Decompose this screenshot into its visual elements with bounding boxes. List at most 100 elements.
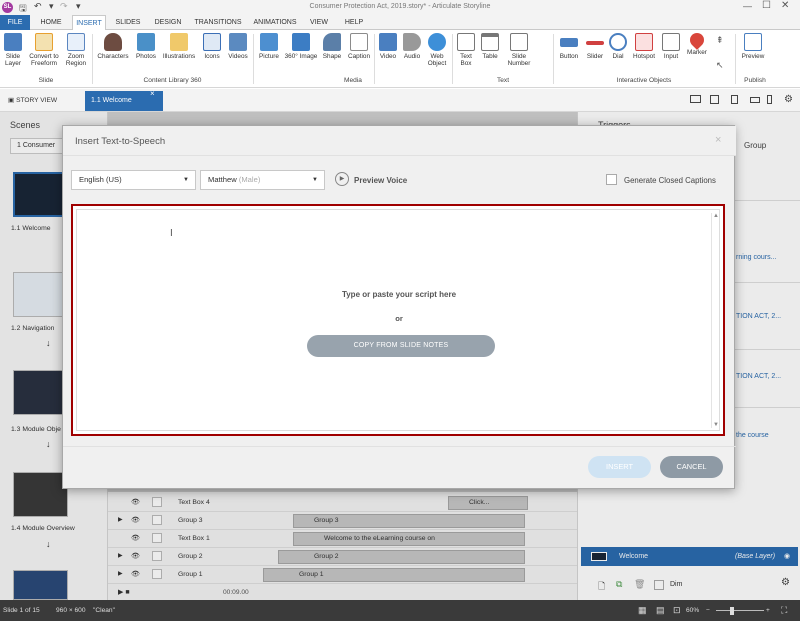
cursor-icon[interactable]: ↖ — [716, 60, 724, 71]
language-value: English (US) — [79, 175, 122, 184]
slide-layer-button[interactable]: Slide Layer — [2, 33, 24, 67]
tab-slides[interactable]: SLIDES — [112, 15, 144, 30]
copy-slide-notes-button[interactable]: COPY FROM SLIDE NOTES — [307, 335, 495, 357]
dial-label: Dial — [612, 53, 624, 60]
view-bar: ▣ STORY VIEW 1.1 Welcome × ⚙ — [0, 89, 800, 112]
phone-portrait-icon[interactable] — [767, 95, 772, 104]
slide-number-button[interactable]: Slide Number — [503, 33, 535, 67]
web-object-icon — [428, 33, 446, 51]
group-label-publish: Publish — [744, 77, 766, 84]
table-icon — [481, 33, 499, 51]
dial-button[interactable]: Dial — [607, 33, 629, 60]
tablet-landscape-icon[interactable] — [710, 95, 719, 104]
marker-label: Marker — [687, 49, 707, 56]
close-window-icon[interactable]: ✕ — [781, 0, 789, 11]
tab-file[interactable]: FILE — [0, 15, 30, 30]
minimize-icon[interactable]: — — [743, 1, 752, 11]
button-icon — [560, 38, 578, 47]
table-button[interactable]: Table — [478, 33, 502, 60]
photos-button[interactable]: Photos — [133, 33, 159, 60]
script-textarea[interactable]: I Type or paste your script here or COPY… — [76, 209, 720, 431]
close-icon[interactable]: × — [715, 134, 721, 146]
web-object-button[interactable]: Web Object — [424, 33, 450, 67]
illustrations-label: Illustrations — [162, 53, 196, 60]
slider-label: Slider — [586, 53, 604, 60]
language-dropdown[interactable]: English (US) ▼ — [71, 170, 196, 190]
zoom-out-icon[interactable]: − — [706, 600, 710, 621]
chevron-down-icon: ▼ — [183, 177, 189, 183]
web-object-label: Web Object — [427, 53, 447, 67]
illustrations-button[interactable]: Illustrations — [160, 33, 198, 60]
play-icon[interactable]: ▶ — [335, 172, 349, 186]
picture-button[interactable]: Picture — [255, 33, 283, 60]
characters-button[interactable]: Characters — [95, 33, 131, 60]
zoom-level: 60% — [686, 607, 700, 614]
voice-dropdown[interactable]: Matthew (Male) ▼ — [200, 170, 325, 190]
convert-freeform-label: Convert to Freeform — [29, 53, 59, 67]
desktop-icon[interactable] — [690, 95, 701, 103]
group-label-media: Media — [344, 77, 362, 84]
normal-view-icon[interactable]: ▤ — [656, 600, 665, 621]
zoom-fit-icon[interactable]: ⊡ — [673, 600, 681, 621]
image360-label: 360° Image — [284, 53, 318, 60]
hotspot-button[interactable]: Hotspot — [630, 33, 658, 60]
close-tab-icon[interactable]: × — [150, 89, 155, 98]
preview-icon — [744, 33, 762, 51]
slider-button[interactable]: Slider — [583, 33, 607, 60]
preview-voice-button[interactable]: Preview Voice — [354, 176, 407, 185]
fit-window-icon[interactable]: ⛶ — [781, 600, 787, 621]
image360-button[interactable]: 360° Image — [283, 33, 319, 60]
slide-number-label: Slide Number — [507, 53, 531, 67]
tab-home[interactable]: HOME — [35, 15, 67, 30]
scrollbar[interactable]: ▲ ▼ — [711, 213, 720, 428]
tab-animations[interactable]: ANIMATIONS — [250, 15, 300, 30]
videos-button[interactable]: Videos — [225, 33, 251, 60]
caption-icon — [350, 33, 368, 51]
maximize-icon[interactable]: ☐ — [762, 0, 771, 11]
audio-button[interactable]: Audio — [400, 33, 424, 60]
ribbon: Slide Layer Convert to Freeform Zoom Reg… — [0, 30, 800, 88]
scroll-up-icon[interactable]: ▲ — [713, 213, 719, 219]
zoom-slider[interactable] — [716, 610, 764, 611]
input-icon — [662, 33, 680, 51]
dial-icon — [609, 33, 627, 51]
icons-button[interactable]: Icons — [200, 33, 224, 60]
closed-captions-checkbox[interactable] — [606, 174, 617, 185]
shape-button[interactable]: Shape — [320, 33, 344, 60]
slide-number-icon — [510, 33, 528, 51]
button-label: Button — [559, 53, 579, 60]
zoom-in-icon[interactable]: + — [766, 600, 770, 621]
text-box-label: Text Box — [460, 53, 472, 67]
marker-button[interactable]: Marker — [684, 30, 710, 56]
insert-button[interactable]: INSERT — [588, 456, 651, 478]
grid-view-icon[interactable]: ▦ — [638, 600, 647, 621]
shape-icon — [323, 33, 341, 51]
tab-insert[interactable]: INSERT — [72, 15, 106, 31]
tab-story-view[interactable]: ▣ STORY VIEW — [8, 93, 57, 109]
text-box-button[interactable]: Text Box — [455, 33, 477, 67]
convert-freeform-button[interactable]: Convert to Freeform — [26, 33, 62, 67]
gear-icon[interactable]: ⚙ — [784, 94, 793, 105]
zoom-region-button[interactable]: Zoom Region — [63, 33, 89, 67]
tab-view[interactable]: VIEW — [305, 15, 333, 30]
text-box-icon — [457, 33, 475, 51]
button-button[interactable]: Button — [555, 33, 583, 60]
tab-design[interactable]: DESIGN — [150, 15, 186, 30]
mouse-icon[interactable]: ⇞ — [716, 35, 724, 46]
tablet-portrait-icon[interactable] — [731, 95, 738, 104]
voice-value: Matthew — [208, 175, 237, 184]
phone-landscape-icon[interactable] — [750, 97, 760, 103]
scroll-down-icon[interactable]: ▼ — [713, 422, 719, 428]
video-button[interactable]: Video — [376, 33, 400, 60]
caption-button[interactable]: Caption — [345, 33, 373, 60]
picture-icon — [260, 33, 278, 51]
zoom-region-icon — [67, 33, 85, 51]
zoom-slider-handle[interactable] — [730, 607, 734, 615]
zoom-region-label: Zoom Region — [65, 53, 87, 67]
preview-button[interactable]: Preview — [738, 33, 768, 60]
tab-transitions[interactable]: TRANSITIONS — [190, 15, 246, 30]
input-button[interactable]: Input — [659, 33, 683, 60]
tab-help[interactable]: HELP — [339, 15, 369, 30]
cancel-button[interactable]: CANCEL — [660, 456, 723, 478]
photos-icon — [137, 33, 155, 51]
